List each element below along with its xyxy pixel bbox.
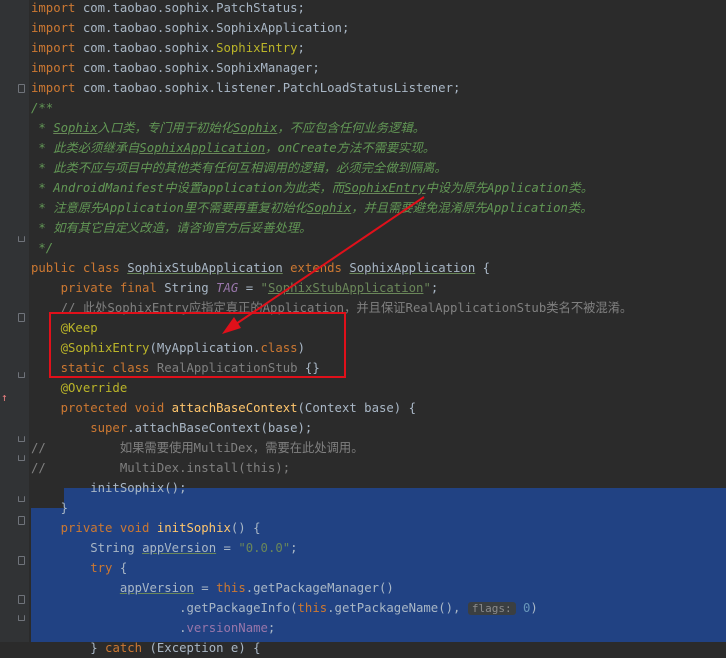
code-token: catch xyxy=(105,641,143,655)
code-token: (Exception e) { xyxy=(142,641,261,655)
annotation-arrow xyxy=(222,196,425,334)
code-token: } xyxy=(31,641,106,655)
